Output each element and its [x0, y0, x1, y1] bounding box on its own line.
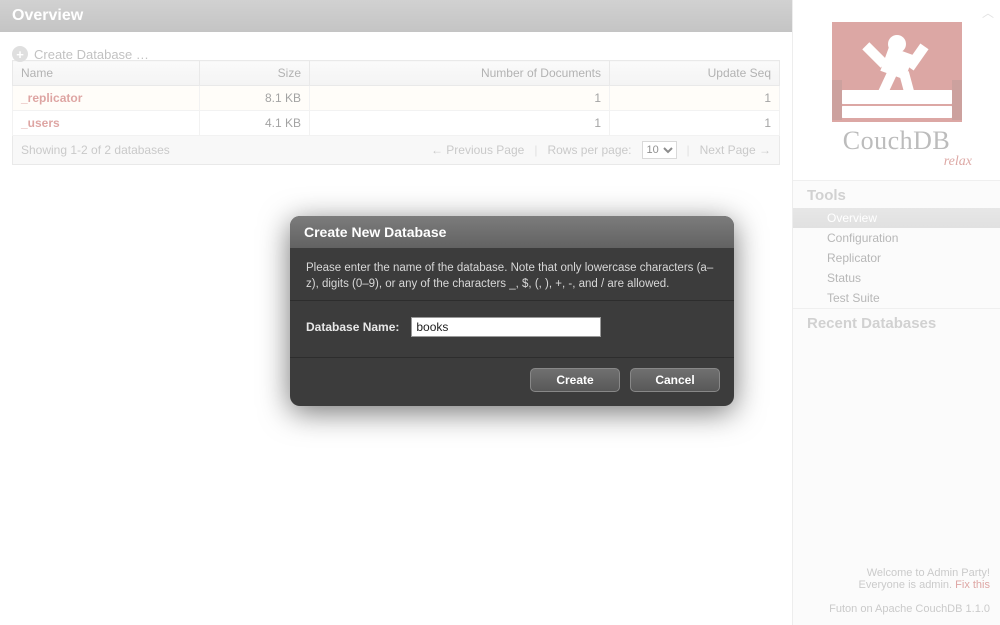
database-name-label: Database Name:	[306, 320, 399, 334]
cancel-button[interactable]: Cancel	[630, 368, 720, 392]
dialog-title: Create New Database	[290, 216, 734, 248]
database-name-input[interactable]	[411, 317, 601, 337]
dialog-instructions: Please enter the name of the database. N…	[290, 248, 734, 301]
create-database-dialog: Create New Database Please enter the nam…	[290, 216, 734, 406]
create-button[interactable]: Create	[530, 368, 620, 392]
